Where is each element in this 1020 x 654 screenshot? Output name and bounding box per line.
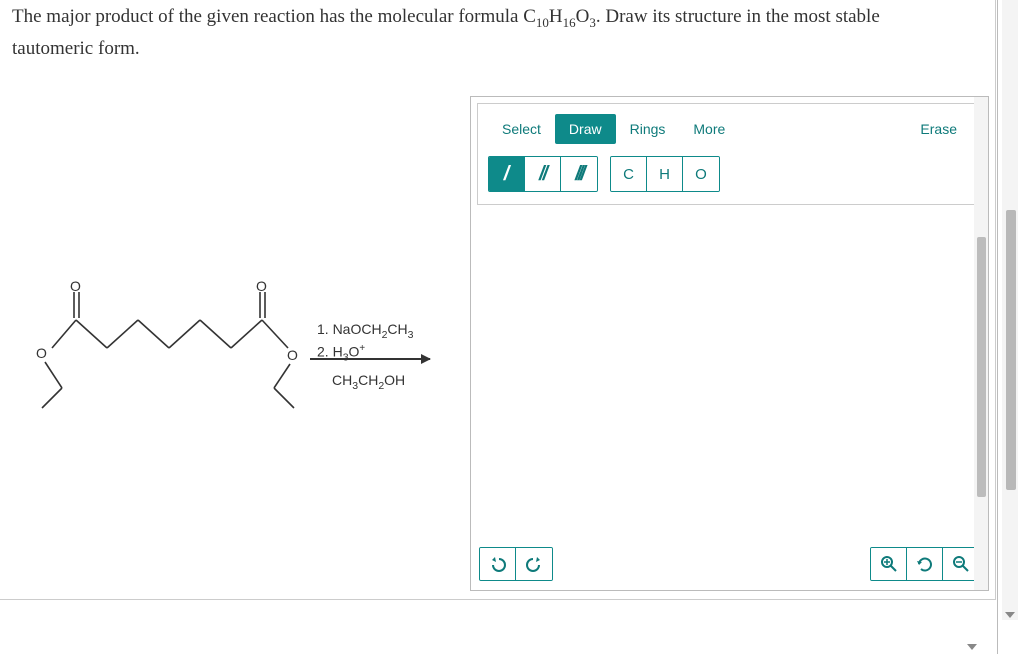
reactant-structure: O O O O xyxy=(12,280,312,440)
question-part: H xyxy=(549,6,563,27)
zoom-in-button[interactable] xyxy=(871,548,907,580)
redo-button[interactable] xyxy=(516,548,552,580)
atom-group: C H O xyxy=(610,156,720,192)
byproduct-label: CH3CH2OH xyxy=(332,372,405,392)
svg-text:O: O xyxy=(36,345,47,361)
redo-icon xyxy=(525,556,543,572)
reagent-text: CH xyxy=(387,321,407,337)
editor-scroll-thumb[interactable] xyxy=(977,237,986,497)
reaction-scheme: O O O O xyxy=(12,280,462,460)
zoom-in-icon xyxy=(880,555,898,573)
zoom-reset-button[interactable] xyxy=(907,548,943,580)
tab-more[interactable]: More xyxy=(679,114,739,144)
atom-o-button[interactable]: O xyxy=(683,157,719,191)
structure-editor: Select Draw Rings More Erase / // /// C xyxy=(470,96,989,591)
question-part: The major product of the given reaction … xyxy=(12,6,536,27)
triple-bond-button[interactable]: /// xyxy=(561,157,597,191)
scroll-down-arrow-icon[interactable] xyxy=(967,644,977,650)
history-group xyxy=(479,547,553,581)
editor-bottom-bar xyxy=(479,546,980,582)
svg-text:O: O xyxy=(70,280,81,294)
undo-icon xyxy=(489,556,507,572)
question-text: The major product of the given reaction … xyxy=(0,0,995,64)
svg-text:O: O xyxy=(256,280,267,294)
zoom-out-icon xyxy=(952,555,970,573)
page-scrollbar[interactable] xyxy=(1002,0,1018,620)
bond-group: / // /// xyxy=(488,156,598,192)
double-bond-button[interactable]: // xyxy=(525,157,561,191)
page-scroll-thumb[interactable] xyxy=(1006,210,1016,490)
single-bond-button[interactable]: / xyxy=(489,157,525,191)
editor-scrollbar[interactable] xyxy=(974,97,988,590)
svg-text:O: O xyxy=(287,347,298,363)
question-part: O xyxy=(576,6,590,27)
undo-button[interactable] xyxy=(480,548,516,580)
superscript: + xyxy=(359,343,365,354)
tab-select[interactable]: Select xyxy=(488,114,555,144)
question-panel: The major product of the given reaction … xyxy=(0,0,996,600)
erase-button[interactable]: Erase xyxy=(906,114,971,144)
tab-rings[interactable]: Rings xyxy=(616,114,680,144)
subscript: 10 xyxy=(536,15,549,30)
tool-tabs: Select Draw Rings More Erase xyxy=(488,114,971,144)
zoom-reset-icon xyxy=(915,555,935,573)
reagent-text: 1. NaOCH xyxy=(317,321,382,337)
scroll-arrow-down-icon[interactable] xyxy=(1005,612,1015,618)
zoom-group xyxy=(870,547,980,581)
atom-c-button[interactable]: C xyxy=(611,157,647,191)
editor-toolbar: Select Draw Rings More Erase / // /// C xyxy=(477,103,982,205)
reaction-arrow xyxy=(310,358,430,360)
subscript: 16 xyxy=(563,15,576,30)
subscript: 3 xyxy=(408,329,414,341)
atom-h-button[interactable]: H xyxy=(647,157,683,191)
drawing-canvas[interactable] xyxy=(477,207,982,542)
tab-draw[interactable]: Draw xyxy=(555,114,616,144)
